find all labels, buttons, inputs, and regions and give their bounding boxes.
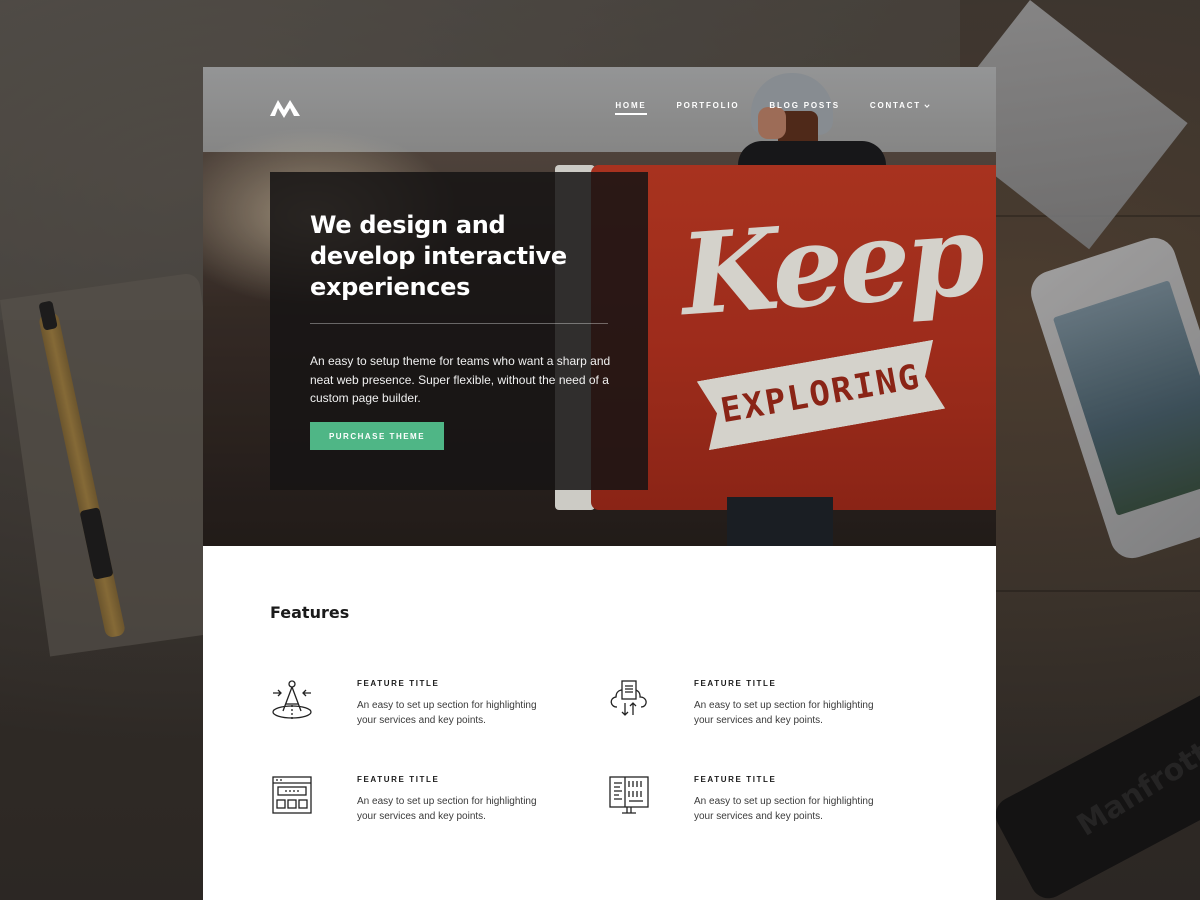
feature-description: An easy to set up section for highlighti… xyxy=(694,700,874,726)
feature-description: An easy to set up section for highlighti… xyxy=(357,796,537,822)
nav-blog-posts[interactable]: BLOG POSTS xyxy=(769,100,839,112)
feature-title: FEATURE TITLE xyxy=(694,679,777,688)
hero-panel: We design and develop interactive experi… xyxy=(270,172,648,490)
feature-item: FEATURE TITLE An easy to set up section … xyxy=(270,677,550,747)
brand-logo-icon[interactable] xyxy=(269,95,301,119)
feature-description: An easy to set up section for highlighti… xyxy=(694,796,874,822)
feature-item: FEATURE TITLE An easy to set up section … xyxy=(607,773,887,843)
chevron-down-icon xyxy=(924,104,930,109)
feature-description: An easy to set up section for highlighti… xyxy=(357,700,537,726)
feature-item: FEATURE TITLE An easy to set up section … xyxy=(270,773,550,843)
cloud-document-icon xyxy=(610,680,647,716)
browser-layout-icon xyxy=(272,776,312,814)
nav-portfolio-label: PORTFOLIO xyxy=(676,101,740,110)
purchase-theme-button[interactable]: PURCHASE THEME xyxy=(310,422,444,450)
hero-subtext: An easy to setup theme for teams who wan… xyxy=(310,354,611,405)
nav-contact[interactable]: CONTACT xyxy=(870,100,930,112)
nav-blog-posts-label: BLOG POSTS xyxy=(769,101,840,110)
feature-title: FEATURE TITLE xyxy=(357,775,440,784)
nav-portfolio[interactable]: PORTFOLIO xyxy=(677,100,740,112)
feature-title: FEATURE TITLE xyxy=(357,679,440,688)
features-section: Features FEATURE TITLE An easy to set up… xyxy=(203,546,996,900)
drafting-compass-icon xyxy=(272,680,312,719)
hero-headline: We design and develop interactive experi… xyxy=(310,211,567,301)
nav-home[interactable]: HOME xyxy=(615,100,647,115)
nav-home-label: HOME xyxy=(615,101,647,110)
feature-item: FEATURE TITLE An easy to set up section … xyxy=(607,677,887,747)
main-menu: HOME PORTFOLIO BLOG POSTS CONTACT xyxy=(615,100,930,115)
website-mockup: Keep EXPLORING HOME PORTFOLIO BLOG POSTS xyxy=(203,67,996,900)
features-heading: Features xyxy=(270,603,350,622)
top-navigation: HOME PORTFOLIO BLOG POSTS CONTACT xyxy=(203,67,996,147)
hero-section: Keep EXPLORING HOME PORTFOLIO BLOG POSTS xyxy=(203,67,996,546)
nav-contact-label: CONTACT xyxy=(869,101,921,110)
binary-code-icon xyxy=(609,776,649,814)
hero-divider xyxy=(310,323,608,324)
feature-title: FEATURE TITLE xyxy=(694,775,777,784)
